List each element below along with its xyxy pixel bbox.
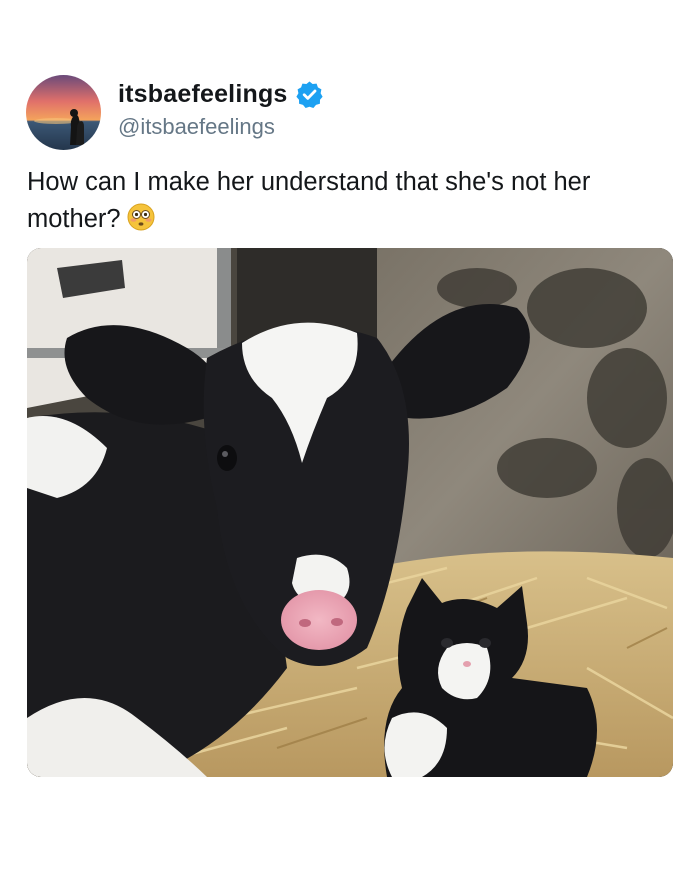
calf-and-kitten-on-straw-photo [27,248,673,777]
sunset-couple-avatar-icon [26,75,101,150]
tweet-text-container: How can I make her understand that she's… [27,164,667,242]
user-handle[interactable]: @itsbaefeelings [118,114,275,140]
display-name[interactable]: itsbaefeelings [118,80,288,109]
tweet-card: itsbaefeelings @itsbaefeelings How can I… [0,0,700,874]
tweet-photo[interactable] [27,248,673,777]
avatar[interactable] [26,75,101,150]
display-name-row: itsbaefeelings [118,78,324,110]
verified-badge-icon [295,81,323,108]
flushed-face-emoji-icon [127,203,155,242]
tweet-text: How can I make her understand that she's… [27,168,591,233]
